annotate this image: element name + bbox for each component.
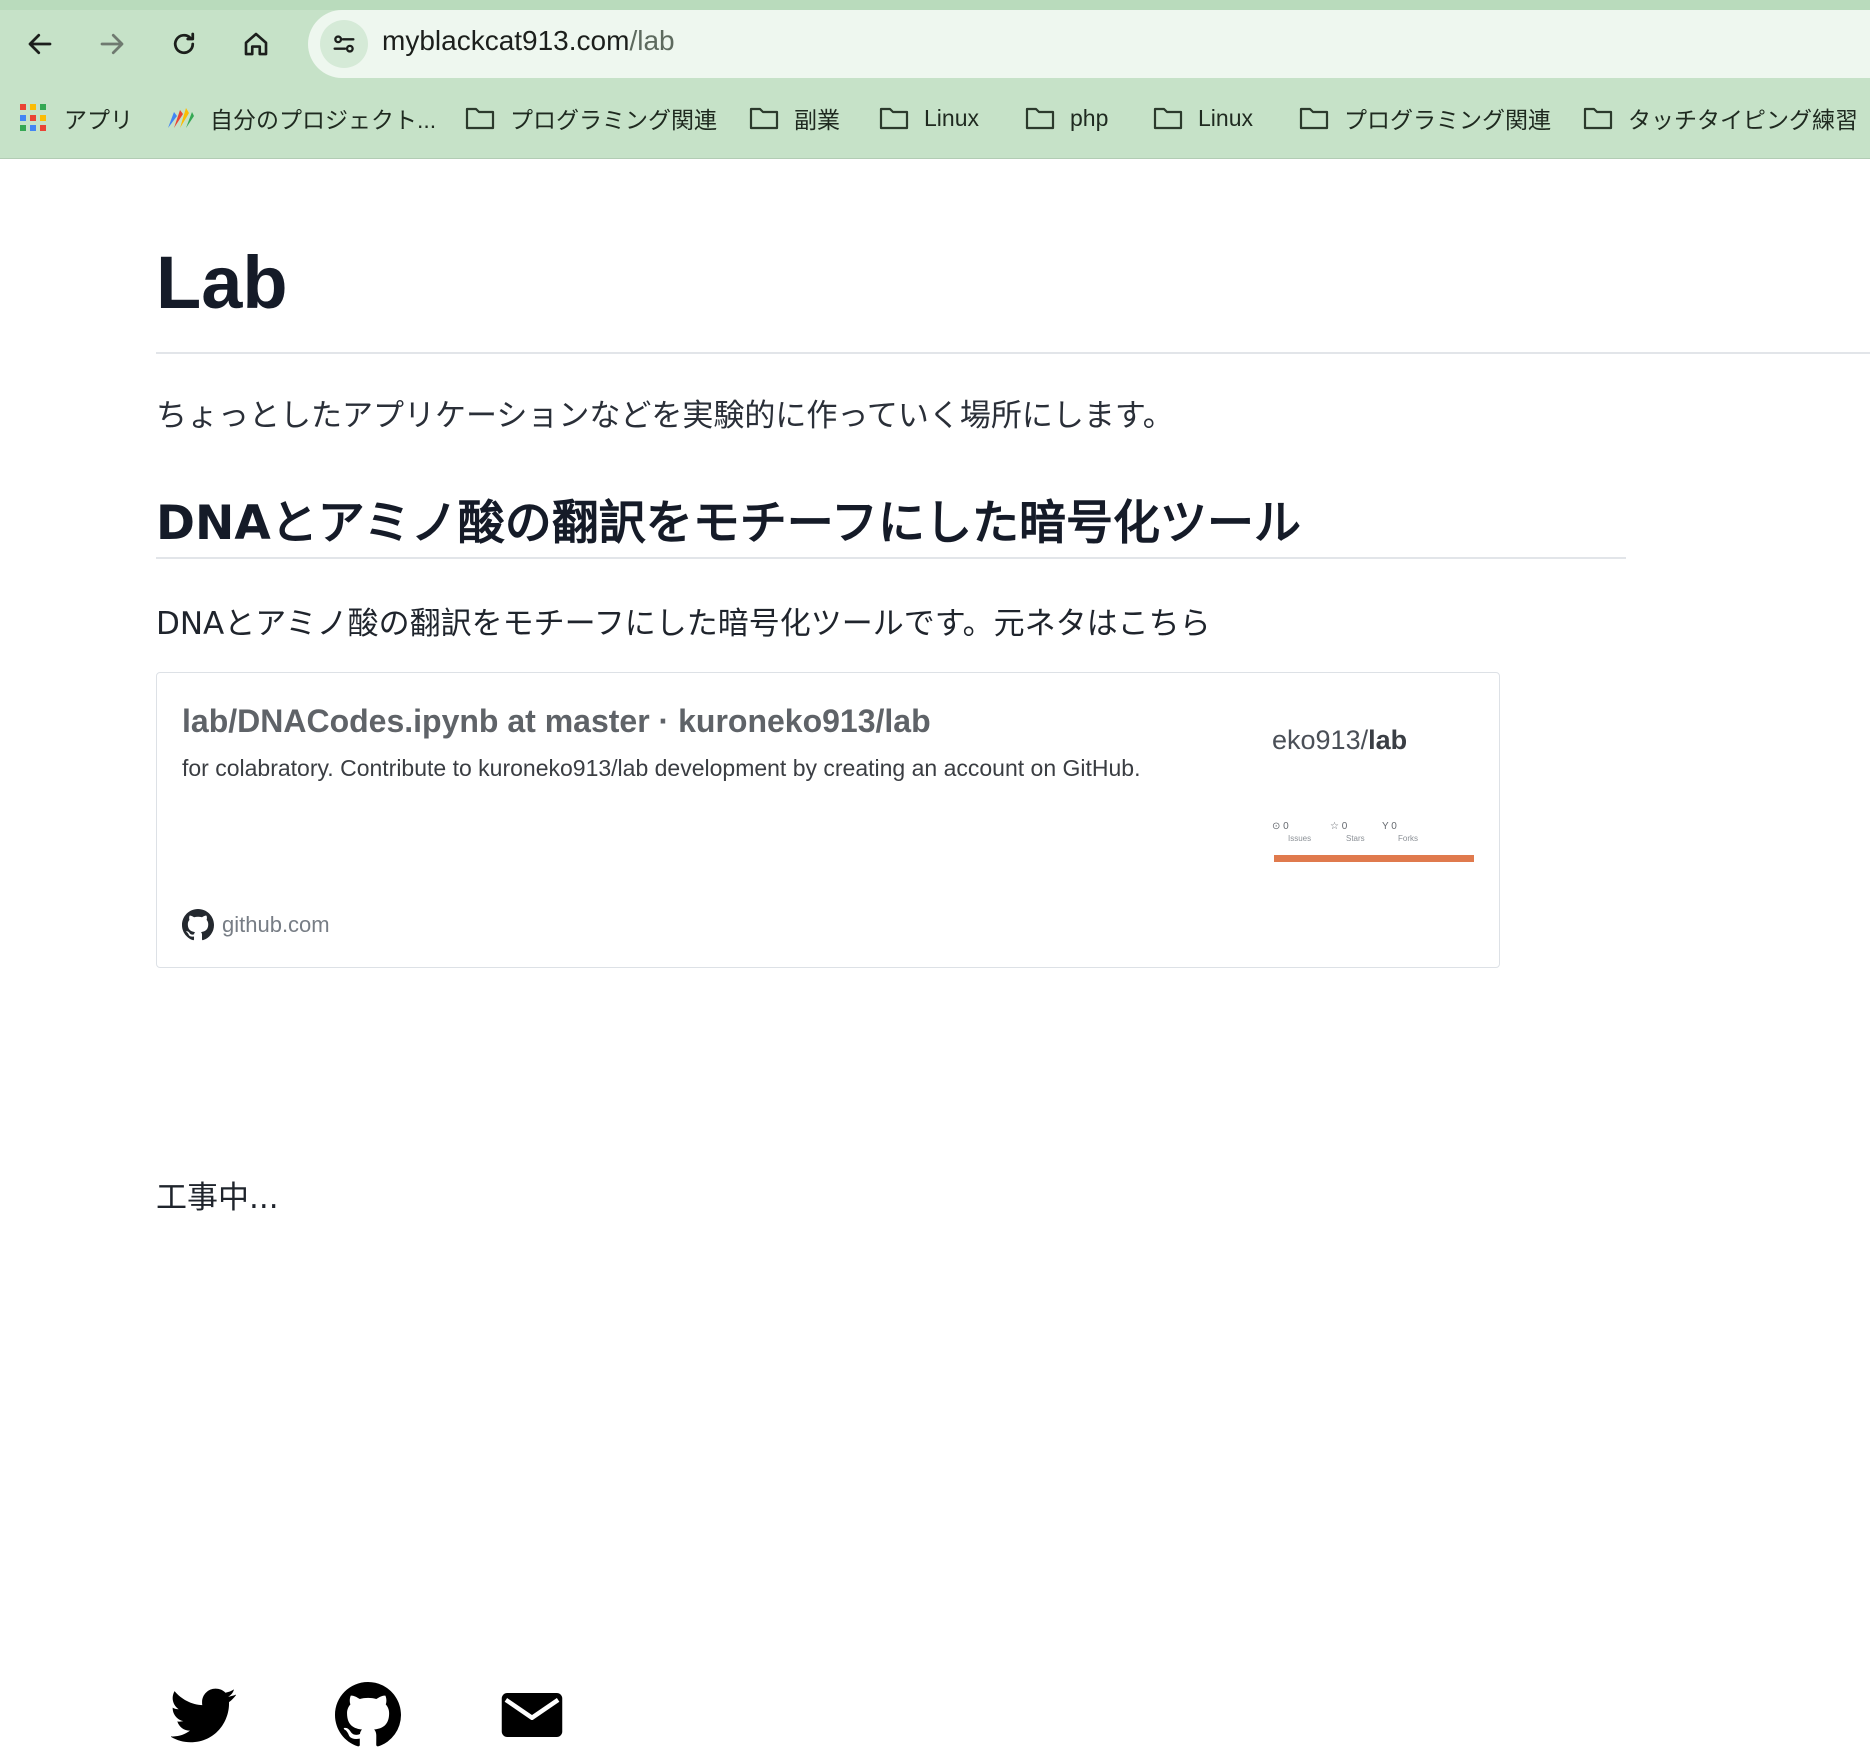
- github-icon: [182, 909, 214, 941]
- tab-strip-edge: [0, 0, 1870, 10]
- card-domain-label: github.com: [222, 912, 330, 937]
- tune-icon: [333, 35, 355, 53]
- bookmark-label: 自分のプロジェクト...: [210, 107, 437, 133]
- reload-button[interactable]: [160, 20, 208, 68]
- mail-link[interactable]: [499, 1682, 565, 1748]
- card-domain: github.com: [182, 909, 330, 941]
- bookmark-label: プログラミング関連: [1344, 107, 1551, 133]
- twitter-link[interactable]: [169, 1682, 237, 1748]
- bookmark-folder-php[interactable]: php: [1024, 96, 1108, 140]
- folder-icon: [1025, 107, 1055, 130]
- folder-icon: [749, 107, 779, 130]
- language-bar: [1274, 855, 1474, 862]
- apps-grid-icon: [20, 104, 48, 132]
- section-heading: DNAとアミノ酸の翻訳をモチーフにした暗号化ツール: [156, 496, 1301, 551]
- folder-icon: [1299, 107, 1329, 130]
- thumbnail-repo-name: eko913/lab: [1272, 725, 1407, 756]
- card-title[interactable]: lab/DNACodes.ipynb at master · kuroneko9…: [182, 703, 931, 740]
- arrow-right-icon: [100, 33, 124, 55]
- home-button[interactable]: [232, 20, 280, 68]
- bookmark-label: Linux: [924, 104, 979, 131]
- stat-value: 0: [1341, 821, 1348, 832]
- bookmark-my-projects[interactable]: 自分のプロジェクト...: [164, 96, 436, 140]
- footer-social-links: [169, 1682, 771, 1752]
- stat-issues: ⊙ 0 Issues: [1272, 821, 1312, 843]
- folder-icon: [1583, 107, 1613, 130]
- twitter-icon: [169, 1688, 236, 1743]
- thumbnail-repo: lab: [1368, 725, 1408, 755]
- section-divider: [156, 557, 1626, 559]
- url-host: myblackcat913.com: [382, 25, 630, 56]
- github-icon: [335, 1682, 401, 1747]
- stat-label: Stars: [1346, 834, 1365, 843]
- url-path: /lab: [629, 25, 675, 56]
- bookmark-label: プログラミング関連: [510, 107, 717, 133]
- url-text[interactable]: myblackcat913.com/lab: [382, 25, 675, 57]
- reload-icon: [173, 32, 195, 55]
- github-link[interactable]: [335, 1682, 401, 1748]
- mail-icon: [501, 1693, 563, 1737]
- thumbnail-stats: ⊙ 0 Issues ☆ 0 Stars Y 0 Forks: [1272, 821, 1477, 851]
- card-description: for colabratory. Contribute to kuroneko9…: [182, 755, 1141, 781]
- bookmark-folder-programming-2[interactable]: プログラミング関連: [1298, 96, 1551, 140]
- project-logo-icon: [168, 108, 194, 128]
- thumbnail-owner: eko913/: [1272, 725, 1369, 755]
- stat-label: Forks: [1398, 834, 1418, 843]
- bookmark-label: Linux: [1198, 104, 1253, 131]
- back-button[interactable]: [16, 20, 64, 68]
- section-text: DNAとアミノ酸の翻訳をモチーフにした暗号化ツールです。元ネタはこちら: [156, 606, 1211, 642]
- folder-icon: [879, 107, 909, 130]
- bookmark-folder-programming[interactable]: プログラミング関連: [464, 96, 717, 140]
- bookmarks-bar: アプリ 自分のプロジェクト... プログラミング関連 副業 Linux php: [0, 96, 1870, 140]
- stat-forks: Y 0 Forks: [1382, 821, 1418, 843]
- browser-chrome: myblackcat913.com/lab アプリ 自分のプロジェクト... プ…: [0, 0, 1870, 159]
- title-divider: [156, 352, 1870, 354]
- stat-value: 0: [1391, 821, 1397, 832]
- home-icon: [244, 32, 268, 56]
- bookmark-folder-side-job[interactable]: 副業: [748, 96, 840, 140]
- arrow-left-icon: [28, 33, 52, 55]
- bookmark-folder-linux-2[interactable]: Linux: [1152, 96, 1253, 140]
- site-info-button[interactable]: [320, 20, 368, 68]
- folder-icon: [1153, 107, 1183, 130]
- card-thumbnail: eko913/lab ⊙ 0 Issues ☆ 0 Stars Y 0 Forks: [1272, 711, 1477, 891]
- bookmark-label: php: [1070, 104, 1109, 131]
- page-title: Lab: [156, 241, 288, 324]
- link-preview-card[interactable]: lab/DNACodes.ipynb at master · kuroneko9…: [156, 672, 1500, 968]
- intro-text: ちょっとしたアプリケーションなどを実験的に作っていく場所にします。: [156, 398, 1174, 434]
- bookmark-label: 副業: [794, 107, 840, 133]
- bookmark-apps[interactable]: アプリ: [20, 96, 133, 140]
- bookmark-label: タッチタイピング練習: [1628, 107, 1858, 133]
- under-construction-text: 工事中...: [156, 1180, 279, 1216]
- folder-icon: [465, 107, 495, 130]
- stat-label: Issues: [1288, 834, 1312, 843]
- stat-value: 0: [1283, 821, 1289, 832]
- address-bar[interactable]: myblackcat913.com/lab: [308, 10, 1870, 78]
- stat-stars: ☆ 0 Stars: [1330, 821, 1365, 843]
- bookmark-label: アプリ: [64, 107, 133, 133]
- bookmark-folder-typing[interactable]: タッチタイピング練習: [1582, 96, 1858, 140]
- forward-button[interactable]: [88, 20, 136, 68]
- bookmark-folder-linux[interactable]: Linux: [878, 96, 979, 140]
